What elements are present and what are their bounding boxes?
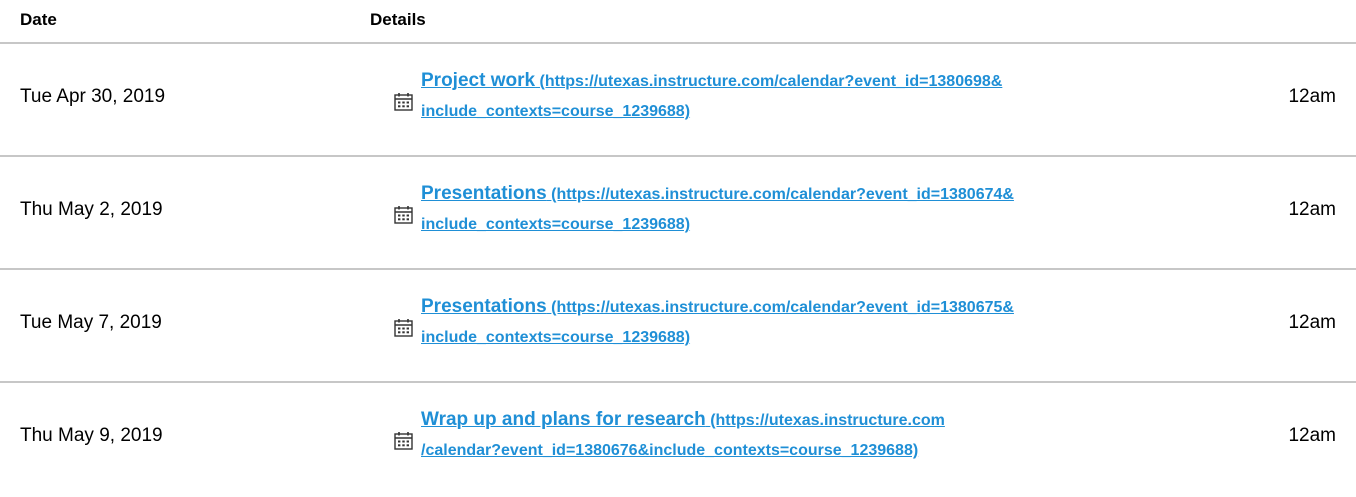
- event-link[interactable]: Presentations (https://utexas.instructur…: [421, 292, 1141, 353]
- table-row: Thu May 9, 2019 Wrap up and plans for re…: [0, 383, 1356, 496]
- event-url: (https://utexas.instructure.com/calendar…: [551, 299, 1014, 316]
- event-title: Wrap up and plans for research: [421, 409, 706, 430]
- event-url: (https://utexas.instructure.com: [710, 412, 945, 429]
- event-title: Presentations: [421, 296, 547, 317]
- event-time: 12am: [1288, 425, 1336, 446]
- calendar-icon: [394, 206, 413, 224]
- event-url-continued: include_contexts=course_1239688): [421, 329, 691, 346]
- date-column-header: Date: [20, 10, 57, 29]
- event-url-continued: include_contexts=course_1239688): [421, 103, 691, 120]
- syllabus-schedule-table: Date Details Tue Apr 30, 2019 Project wo…: [0, 0, 1356, 496]
- event-date: Thu May 2, 2019: [20, 199, 163, 220]
- event-date: Tue Apr 30, 2019: [20, 86, 166, 107]
- event-url: (https://utexas.instructure.com/calendar…: [539, 73, 1003, 90]
- calendar-icon: [394, 319, 413, 337]
- event-time: 12am: [1288, 312, 1336, 333]
- event-title: Presentations: [421, 183, 547, 204]
- event-time: 12am: [1288, 199, 1336, 220]
- table-row: Tue May 7, 2019 Presentations (https://u…: [0, 270, 1356, 383]
- table-row: Thu May 2, 2019 Presentations (https://u…: [0, 157, 1356, 270]
- details-column-header: Details: [370, 10, 426, 29]
- calendar-icon: [394, 93, 413, 111]
- calendar-icon: [394, 432, 413, 450]
- event-time: 12am: [1288, 86, 1336, 107]
- event-url: (https://utexas.instructure.com/calendar…: [551, 186, 1014, 203]
- event-url-continued: /calendar?event_id=1380676&include_conte…: [421, 442, 919, 459]
- event-title: Project work: [421, 70, 536, 91]
- event-url-continued: include_contexts=course_1239688): [421, 216, 691, 233]
- event-link[interactable]: Wrap up and plans for research (https://…: [421, 405, 1141, 466]
- table-row: Tue Apr 30, 2019 Project work (https://u…: [0, 44, 1356, 157]
- table-header: Date Details: [0, 0, 1356, 44]
- event-link[interactable]: Project work (https://utexas.instructure…: [421, 66, 1141, 127]
- event-link[interactable]: Presentations (https://utexas.instructur…: [421, 179, 1141, 240]
- event-date: Tue May 7, 2019: [20, 312, 162, 333]
- event-date: Thu May 9, 2019: [20, 425, 163, 446]
